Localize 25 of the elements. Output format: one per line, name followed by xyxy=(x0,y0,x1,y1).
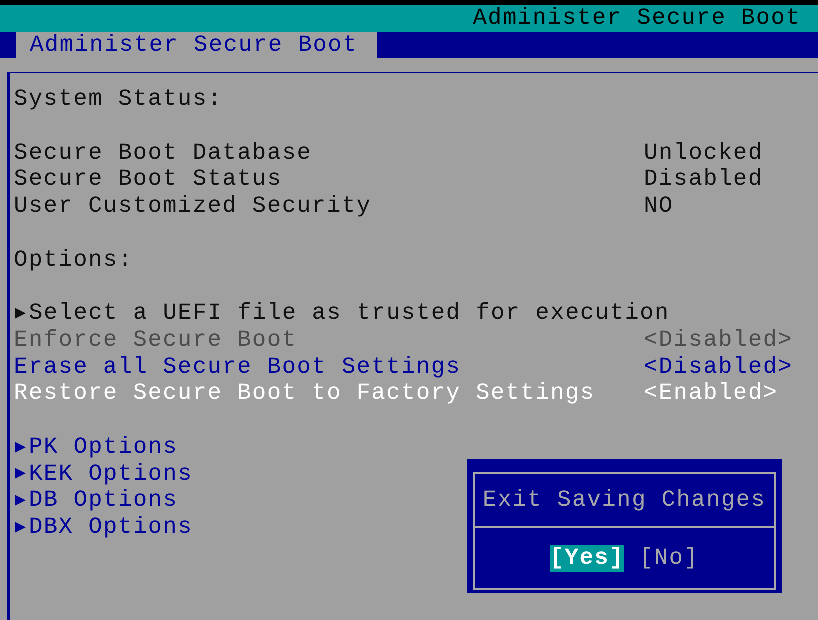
screen-title: Administer Secure Boot xyxy=(473,5,801,32)
submenu-item[interactable]: DB Options xyxy=(14,487,178,514)
status-value: Disabled xyxy=(644,166,764,193)
section-heading: System Status: xyxy=(14,86,223,113)
submenu-item[interactable]: DBX Options xyxy=(14,514,193,541)
submenu-item[interactable]: KEK Options xyxy=(14,460,193,488)
triangle-icon xyxy=(15,442,26,453)
status-label: User Customized Security xyxy=(14,193,373,220)
status-value: Unlocked xyxy=(644,140,764,166)
setting-value[interactable]: <Disabled> xyxy=(644,354,794,380)
triangle-icon xyxy=(15,308,26,319)
dialog-title: Exit Saving Changes xyxy=(482,487,766,513)
status-label: Secure Boot Status xyxy=(14,166,284,193)
status-value: NO xyxy=(644,193,674,220)
status-label: Secure Boot Database xyxy=(14,140,314,166)
submenu-item[interactable]: PK Options xyxy=(14,434,178,460)
triangle-icon xyxy=(15,468,26,480)
setting-label[interactable]: Erase all Secure Boot Settings xyxy=(14,354,644,380)
submenu-item[interactable]: Select a UEFI file as trusted for execution xyxy=(14,300,670,327)
tab[interactable]: Administer Secure Boot xyxy=(16,32,377,58)
triangle-icon xyxy=(15,495,26,506)
triangle-icon xyxy=(15,522,26,533)
dialog-button[interactable]: [Yes] xyxy=(550,544,624,572)
dialog-button[interactable]: [No] xyxy=(639,544,700,572)
section-heading: Options: xyxy=(14,246,134,274)
